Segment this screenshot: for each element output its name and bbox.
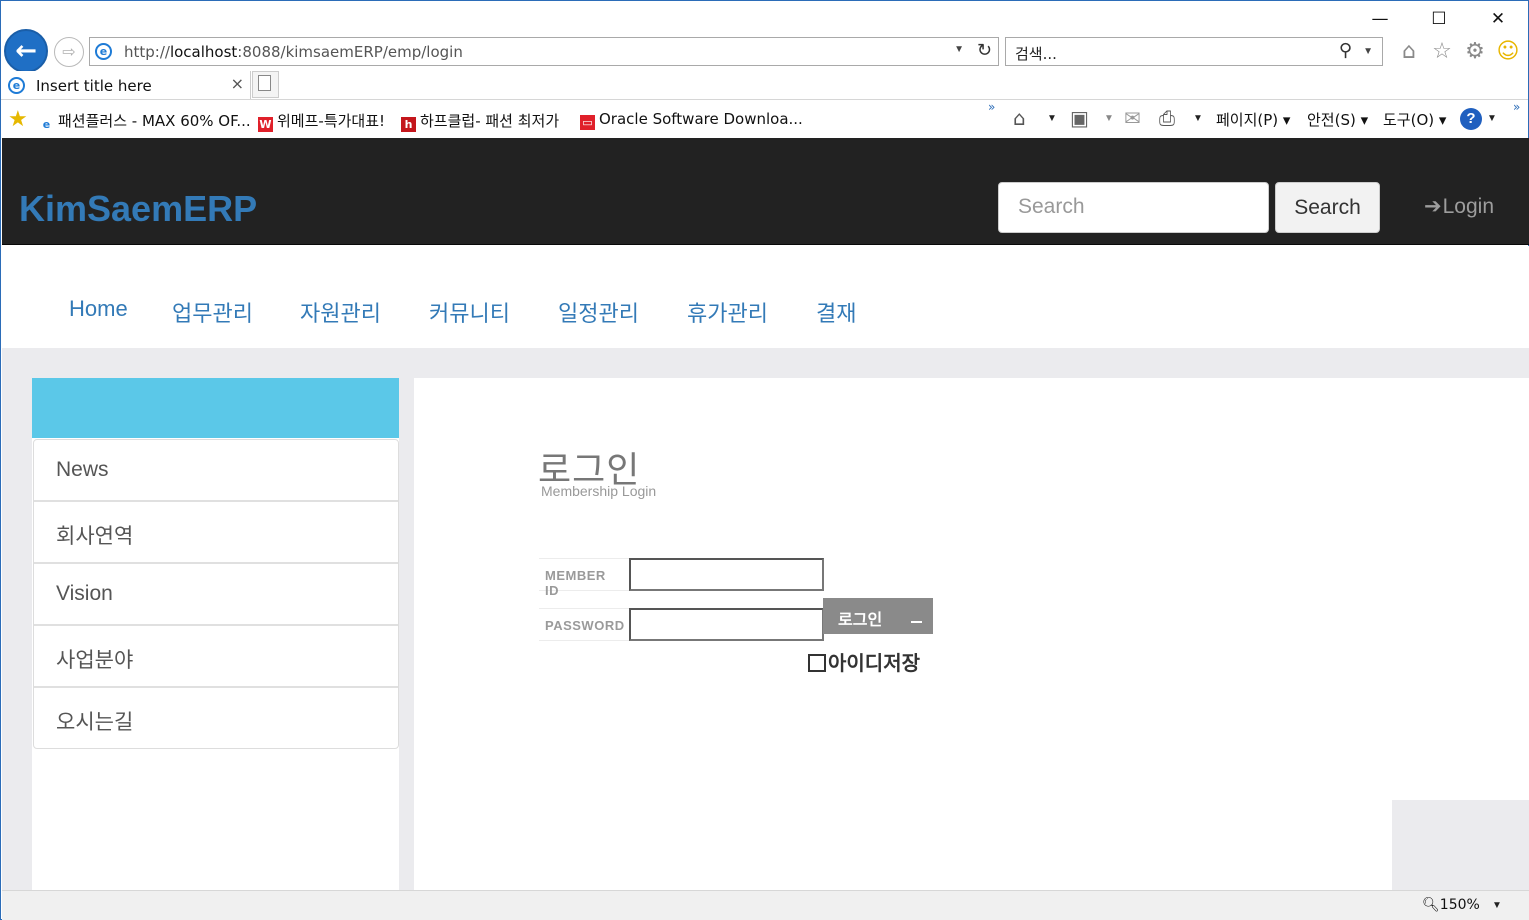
- sidebar-item-news[interactable]: News: [34, 440, 398, 502]
- maximize-button[interactable]: ☐: [1417, 5, 1461, 33]
- save-id-checkbox[interactable]: [808, 654, 826, 672]
- command-overflow-chevron[interactable]: »: [1513, 100, 1520, 114]
- site-navbar: KimSaemERP Search Search ➔Login: [2, 138, 1529, 245]
- sidebar-item-directions[interactable]: 오시는길: [34, 688, 398, 748]
- page-menu-label: 페이지(P): [1216, 111, 1279, 129]
- home-icon[interactable]: ⌂: [1396, 39, 1422, 65]
- minus-icon: [911, 621, 922, 623]
- sidebar-item-business[interactable]: 사업분야: [34, 626, 398, 688]
- main-menu: Home 업무관리 자원관리 커뮤니티 일정관리 휴가관리 결재: [2, 246, 1529, 348]
- favorite-label: 위메프-특가대표!: [277, 112, 386, 130]
- back-button[interactable]: ←: [4, 29, 48, 73]
- login-link[interactable]: ➔Login: [1424, 194, 1494, 219]
- refresh-icon[interactable]: ↻: [977, 40, 992, 61]
- favorite-item-oracle[interactable]: ▭ Oracle Software Downloa...: [580, 110, 803, 130]
- menu-resources[interactable]: 자원관리: [300, 296, 381, 328]
- minimize-button[interactable]: —: [1358, 5, 1402, 33]
- site-search-button[interactable]: Search: [1275, 182, 1380, 233]
- address-dropdown-icon[interactable]: ▼: [954, 44, 964, 55]
- safety-menu[interactable]: 안전(S) ▾: [1307, 109, 1368, 130]
- site-brand[interactable]: KimSaemERP: [19, 188, 257, 230]
- browser-search-field[interactable]: 검색... ⚲ ▼: [1005, 37, 1383, 66]
- login-button-label: 로그인: [838, 612, 883, 629]
- zoom-dropdown-icon[interactable]: ▼: [1492, 900, 1502, 911]
- menu-approval[interactable]: 결재: [816, 296, 856, 328]
- favorite-label: 패션플러스 - MAX 60% OF...: [58, 112, 251, 130]
- zoom-level[interactable]: 🔍︎150%: [1422, 897, 1480, 913]
- password-input[interactable]: [629, 608, 824, 641]
- close-window-button[interactable]: ✕: [1476, 5, 1520, 33]
- home-dropdown-icon[interactable]: ▼: [1047, 113, 1057, 124]
- sidebar-item-history[interactable]: 회사연역: [34, 502, 398, 564]
- zoom-value: 150%: [1439, 897, 1480, 913]
- favorites-bar: ★ e 패션플러스 - MAX 60% OF... W 위메프-특가대표! h 하프클…: [1, 100, 1528, 138]
- tools-menu-label: 도구(O): [1383, 111, 1435, 129]
- title-bar: — ☐ ✕: [1, 1, 1528, 37]
- safety-menu-label: 안전(S): [1307, 111, 1356, 129]
- search-icon[interactable]: ⚲: [1339, 40, 1352, 61]
- ie-logo-icon: e: [95, 43, 112, 60]
- new-tab-button[interactable]: [252, 71, 279, 98]
- gear-icon[interactable]: ⚙: [1462, 39, 1488, 65]
- favorite-label: Oracle Software Downloa...: [599, 110, 803, 128]
- menu-schedule[interactable]: 일정관리: [558, 296, 639, 328]
- halfclub-icon: h: [401, 117, 416, 132]
- search-dropdown-icon[interactable]: ▼: [1363, 46, 1373, 57]
- tab-title: Insert title here: [36, 77, 152, 95]
- sidebar-item-vision[interactable]: Vision: [34, 564, 398, 626]
- read-mail-icon[interactable]: ✉: [1124, 106, 1141, 130]
- tools-menu[interactable]: 도구(O) ▾: [1383, 109, 1446, 130]
- new-tab-icon: [258, 75, 271, 91]
- wemakeprice-icon: W: [258, 117, 273, 132]
- fashionplus-icon: e: [42, 118, 51, 131]
- home-command-icon[interactable]: ⌂: [1013, 106, 1026, 130]
- favorites-star-icon[interactable]: ☆: [1429, 39, 1455, 65]
- save-id-label: 아이디저장: [828, 653, 920, 675]
- content-corner-background: [1392, 800, 1529, 890]
- url-scheme: http://: [124, 43, 170, 61]
- address-url[interactable]: http://localhost:8088/kimsaemERP/emp/log…: [124, 43, 463, 61]
- menu-vacation[interactable]: 휴가관리: [687, 296, 768, 328]
- sidebar-list: News 회사연역 Vision 사업분야 오시는길: [33, 439, 399, 749]
- smiley-feedback-icon[interactable]: ☺: [1495, 39, 1521, 65]
- tab-ie-icon: e: [8, 77, 25, 94]
- menu-work[interactable]: 업무관리: [172, 296, 253, 328]
- site-search-input[interactable]: Search: [998, 182, 1269, 233]
- rss-feed-icon[interactable]: ▣: [1070, 106, 1089, 130]
- page-menu[interactable]: 페이지(P) ▾: [1216, 109, 1290, 130]
- favorite-item-wemakeprice[interactable]: W 위메프-특가대표!: [258, 110, 385, 132]
- url-path: :8088/kimsaemERP/emp/login: [237, 43, 463, 61]
- address-bar[interactable]: e http://localhost:8088/kimsaemERP/emp/l…: [89, 37, 999, 66]
- print-dropdown-icon[interactable]: ▼: [1193, 113, 1203, 124]
- login-submit-button[interactable]: 로그인: [823, 598, 933, 634]
- url-host: localhost: [169, 43, 238, 61]
- favorite-label: 하프클럽- 패션 최저가: [420, 112, 560, 130]
- password-label: PASSWORD: [539, 608, 629, 641]
- add-favorites-star-icon[interactable]: ★: [8, 107, 28, 132]
- login-subtitle: Membership Login: [541, 483, 657, 499]
- help-dropdown-icon[interactable]: ▼: [1487, 113, 1497, 124]
- favorites-overflow-chevron[interactable]: »: [988, 100, 995, 114]
- help-icon[interactable]: ?: [1460, 108, 1482, 130]
- save-id-option[interactable]: 아이디저장: [808, 647, 920, 676]
- status-bar: 🔍︎150% ▼: [2, 890, 1529, 920]
- log-in-icon: ➔: [1424, 194, 1442, 218]
- sidebar-header: [32, 378, 399, 438]
- menu-home[interactable]: Home: [69, 296, 128, 322]
- tab-close-icon[interactable]: ×: [231, 74, 244, 93]
- favorite-item-halfclub[interactable]: h 하프클럽- 패션 최저가: [401, 110, 559, 132]
- browser-window: — ☐ ✕ ← ⇨ e http://localhost:8088/kimsae…: [0, 0, 1529, 920]
- browser-search-placeholder: 검색...: [1015, 45, 1057, 63]
- menu-community[interactable]: 커뮤니티: [429, 296, 510, 328]
- member-id-input[interactable]: [629, 558, 824, 591]
- login-link-label: Login: [1442, 195, 1494, 218]
- member-id-label: MEMBER ID: [539, 558, 629, 598]
- favorite-item-fashionplus[interactable]: e 패션플러스 - MAX 60% OF...: [39, 110, 251, 132]
- print-icon[interactable]: ⎙: [1159, 106, 1175, 130]
- forward-button[interactable]: ⇨: [54, 37, 84, 67]
- feed-dropdown-icon[interactable]: ▼: [1104, 113, 1114, 124]
- tab-active[interactable]: e Insert title here ×: [2, 71, 251, 100]
- oracle-icon: ▭: [580, 115, 595, 130]
